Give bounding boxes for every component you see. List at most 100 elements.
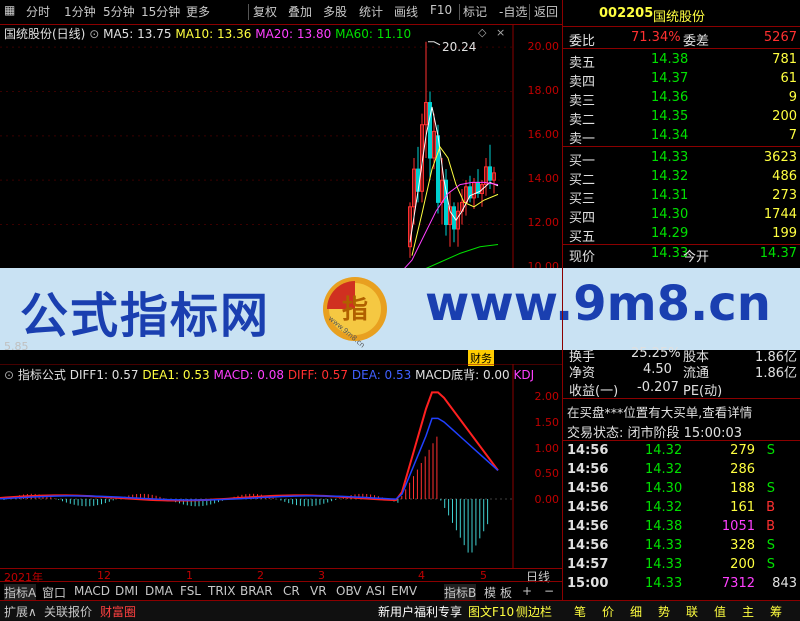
footer-left-2[interactable]: 财富圈 xyxy=(100,603,136,620)
footer-left-1[interactable]: 关联报价 xyxy=(44,603,92,620)
toolbar-7[interactable]: 多股 xyxy=(323,3,347,20)
ask-row[interactable]: 卖四 14.37 61 xyxy=(563,69,800,90)
settings-icon[interactable]: ⊙ xyxy=(4,368,14,382)
indicator-tab-16[interactable]: + xyxy=(522,584,532,598)
indicator-tab-5[interactable]: FSL xyxy=(180,584,201,598)
footer-bar: 扩展∧ 关联报价 财富圈 新用户福利专享 图文F10 侧边栏 笔价细势联值主筹 xyxy=(0,600,800,621)
indicator-tab-10[interactable]: OBV xyxy=(336,584,362,598)
indicator-tab-2[interactable]: MACD xyxy=(74,584,110,598)
low-price-label: 5.85 xyxy=(4,340,29,353)
indicator-tab-7[interactable]: BRAR xyxy=(240,584,273,598)
indicator-tab-11[interactable]: ASI xyxy=(366,584,385,598)
dea-label: DEA: 0.53 xyxy=(351,368,412,382)
bid-vol: 273 xyxy=(772,188,797,203)
close-icon[interactable]: × xyxy=(496,26,505,39)
bid-row[interactable]: 买五 14.29 199 xyxy=(563,224,800,245)
kline-panel[interactable] xyxy=(0,23,562,274)
toolbar-9[interactable]: 画线 xyxy=(394,3,418,20)
footer-left-0[interactable]: 扩展∧ xyxy=(4,603,37,620)
footer-mid-0[interactable]: 新用户福利专享 xyxy=(378,603,462,620)
footer-mid-1[interactable]: 图文F10 xyxy=(468,603,514,620)
ma20-label: MA20: 13.80 xyxy=(255,27,332,41)
toolbar-3[interactable]: 15分钟 xyxy=(141,3,180,20)
indicator-tab-4[interactable]: DMA xyxy=(145,584,173,598)
indicator-tab-1[interactable]: 窗口 xyxy=(42,584,66,601)
tick-row: 14:56 14.32 161 B xyxy=(563,498,800,518)
indicator-tab-0[interactable]: 指标A xyxy=(4,584,37,601)
tick-vol: 1051 xyxy=(721,519,755,534)
footer-right-7[interactable]: 筹 xyxy=(770,603,782,620)
toolbar-12[interactable]: -自选 xyxy=(499,3,527,20)
diff-label: DIFF: 0.57 xyxy=(287,368,349,382)
indicator-tab-13[interactable]: 指标B xyxy=(444,584,477,601)
indicator-tab-6[interactable]: TRIX xyxy=(208,584,235,598)
ask-row[interactable]: 卖一 14.34 7 xyxy=(563,126,800,147)
footer-right-3[interactable]: 势 xyxy=(658,603,670,620)
ma10-line xyxy=(411,145,499,256)
webi-label: 委比 xyxy=(569,34,596,49)
menu-icon[interactable]: ▦ xyxy=(4,3,15,17)
ask-price: 14.37 xyxy=(651,71,689,86)
footer-right-0[interactable]: 笔 xyxy=(574,603,586,620)
ask-row[interactable]: 卖三 14.36 9 xyxy=(563,88,800,109)
ask-price: 14.35 xyxy=(651,109,689,124)
ask-row[interactable]: 卖五 14.38 781 xyxy=(563,50,800,71)
toolbar-4[interactable]: 更多 xyxy=(186,3,210,20)
jingzi-value: 4.50 xyxy=(643,362,672,377)
bid-vol: 486 xyxy=(772,169,797,184)
footer-right-5[interactable]: 值 xyxy=(714,603,726,620)
indicator-name[interactable]: 指标公式 xyxy=(18,368,66,382)
big-order-notice[interactable]: 在买盘***位置有大买单,查看详情 xyxy=(567,402,752,421)
tick-time: 15:00 xyxy=(567,576,609,591)
bid-row[interactable]: 买四 14.30 1744 xyxy=(563,205,800,226)
indicator-tab-17[interactable]: − xyxy=(544,584,554,598)
ask-row[interactable]: 卖二 14.35 200 xyxy=(563,107,800,128)
footer-right-4[interactable]: 联 xyxy=(686,603,698,620)
tick-row: 15:00 14.33 7312 843 xyxy=(563,574,800,594)
bid-row[interactable]: 买二 14.32 486 xyxy=(563,167,800,188)
banner-left-text: 公式指标网 xyxy=(20,288,271,344)
tick-vol: 161 xyxy=(730,500,755,515)
footer-mid-2[interactable]: 侧边栏 xyxy=(516,603,552,620)
tick-row: 14:56 14.32 286 xyxy=(563,460,800,480)
bid-label: 买五 xyxy=(569,230,596,245)
toolbar-0[interactable]: 分时 xyxy=(26,3,50,20)
settings-icon[interactable]: ⊙ xyxy=(89,27,99,41)
toolbar-6[interactable]: 叠加 xyxy=(288,3,312,20)
ask-vol: 7 xyxy=(788,128,797,143)
indicator-tab-9[interactable]: VR xyxy=(310,584,327,598)
indicator-tab-15[interactable]: 板 xyxy=(500,584,512,601)
toolbar-13[interactable]: 返回 xyxy=(534,3,558,20)
macd-chart[interactable] xyxy=(0,363,562,568)
y-tick: 14.00 xyxy=(527,172,560,185)
footer-right-6[interactable]: 主 xyxy=(742,603,754,620)
bid-row[interactable]: 买三 14.31 273 xyxy=(563,186,800,207)
tick-row: 14:57 14.33 200 S xyxy=(563,555,800,575)
toolbar-2[interactable]: 5分钟 xyxy=(103,3,135,20)
toolbar-1[interactable]: 1分钟 xyxy=(64,3,96,20)
indicator-tab-14[interactable]: 模 xyxy=(484,584,496,601)
indicator-panel[interactable] xyxy=(0,363,562,568)
ma10-label: MA10: 13.36 xyxy=(175,27,252,41)
indicator-tab-3[interactable]: DMI xyxy=(115,584,138,598)
tick-time: 14:56 xyxy=(567,443,609,458)
stock-name: 国统股份 xyxy=(653,10,706,25)
bid-price: 14.33 xyxy=(651,150,689,165)
time-axis: 2021年 12 1 2 3 4 5 日线 xyxy=(0,568,562,584)
svg-text:指: 指 xyxy=(342,295,368,325)
tick-price: 14.30 xyxy=(645,481,683,496)
tick-time: 14:56 xyxy=(567,481,609,496)
toolbar-8[interactable]: 统计 xyxy=(359,3,383,20)
bid-row[interactable]: 买一 14.33 3623 xyxy=(563,148,800,169)
kline-chart[interactable] xyxy=(0,23,562,274)
indicator-tab-12[interactable]: EMV xyxy=(391,584,417,598)
toolbar-5[interactable]: 复权 xyxy=(253,3,277,20)
toolbar-10[interactable]: F10 xyxy=(430,3,452,17)
footer-right-1[interactable]: 价 xyxy=(602,603,614,620)
diamond-icon[interactable]: ◇ xyxy=(478,26,486,39)
ask-vol: 781 xyxy=(772,52,797,67)
indicator-tab-8[interactable]: CR xyxy=(283,584,300,598)
footer-right-2[interactable]: 细 xyxy=(630,603,642,620)
toolbar-11[interactable]: 标记 xyxy=(463,3,487,20)
chart-header: 国统股份(日线) ⊙ MA5: 13.75 MA10: 13.36 MA20: … xyxy=(4,25,411,42)
